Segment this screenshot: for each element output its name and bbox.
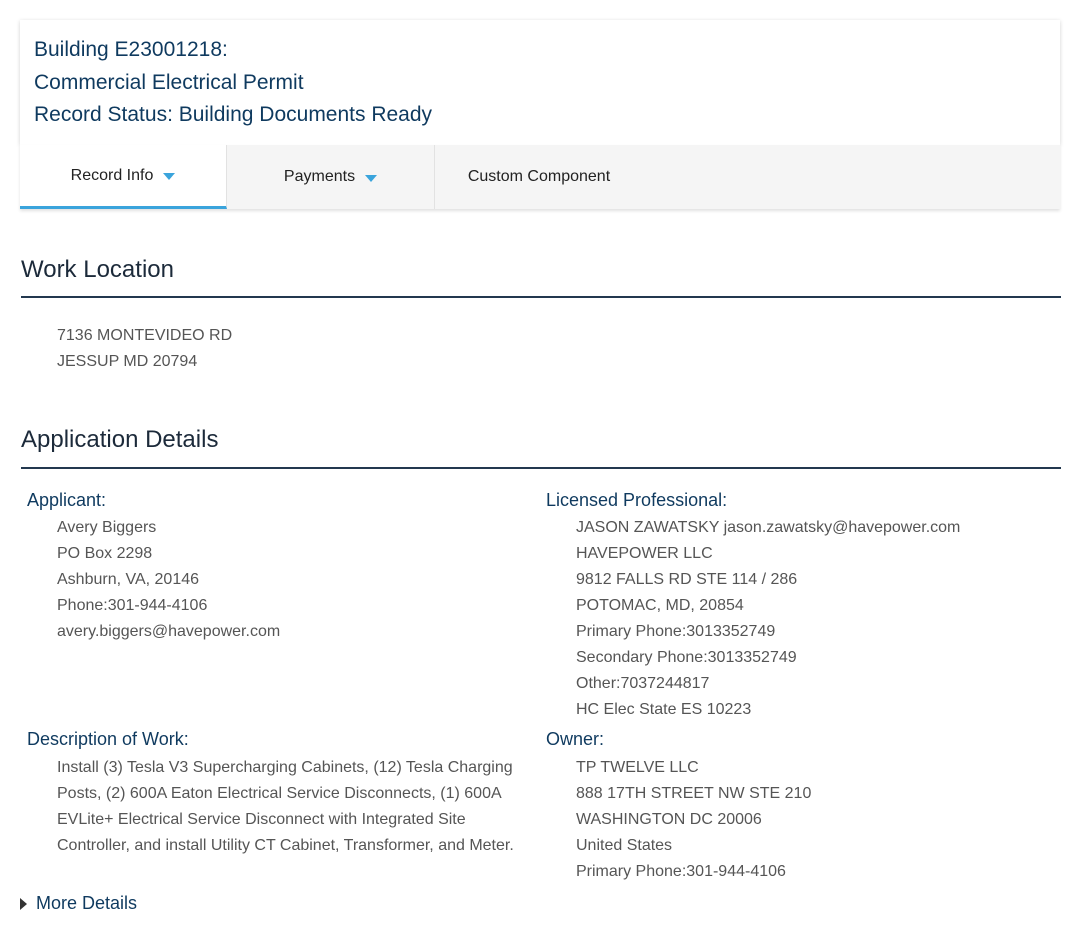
description-line: EVLite+ Electrical Service Disconnect wi… bbox=[57, 811, 466, 828]
description-line: Posts, (2) 600A Eaton Electrical Service… bbox=[57, 785, 502, 802]
tab-record-info-label: Record Info bbox=[70, 166, 154, 184]
tab-custom-component[interactable]: Custom Component bbox=[435, 145, 643, 209]
professional-other-phone: Other:7037244817 bbox=[576, 675, 710, 692]
applicant-info: Avery Biggers PO Box 2298 Ashburn, VA, 2… bbox=[57, 515, 280, 645]
record-type: Commercial Electrical Permit bbox=[34, 70, 304, 94]
applicant-phone: Phone:301-944-4106 bbox=[57, 597, 208, 614]
caret-right-icon bbox=[20, 897, 27, 910]
section-divider bbox=[21, 296, 1061, 298]
owner-city: WASHINGTON DC 20006 bbox=[576, 811, 762, 828]
owner-country: United States bbox=[576, 837, 673, 854]
application-details-title: Application Details bbox=[21, 426, 219, 453]
description-line: Controller, and install Utility CT Cabin… bbox=[57, 837, 514, 854]
caret-down-icon bbox=[163, 173, 176, 180]
professional-company: HAVEPOWER LLC bbox=[576, 545, 713, 562]
applicant-city: Ashburn, VA, 20146 bbox=[57, 571, 200, 588]
licensed-professional-title: Licensed Professional: bbox=[546, 490, 728, 510]
record-status: Record Status: Building Documents Ready bbox=[34, 103, 433, 126]
professional-license: HC Elec State ES 10223 bbox=[576, 701, 752, 718]
section-divider bbox=[21, 467, 1061, 469]
applicant-name: Avery Biggers bbox=[57, 519, 157, 536]
work-location-title: Work Location bbox=[21, 256, 174, 283]
owner-address: 888 17TH STREET NW STE 210 bbox=[576, 785, 812, 802]
address-line: JESSUP MD 20794 bbox=[57, 353, 198, 370]
record-number: Building E23001218: bbox=[34, 38, 228, 61]
tab-custom-component-label: Custom Component bbox=[467, 168, 611, 185]
applicant-address: PO Box 2298 bbox=[57, 545, 153, 562]
licensed-professional-info: JASON ZAWATSKY jason.zawatsky@havepower.… bbox=[576, 515, 960, 723]
caret-down-icon bbox=[365, 174, 378, 182]
professional-name-email: JASON ZAWATSKY jason.zawatsky@havepower.… bbox=[576, 519, 961, 536]
tab-record-info[interactable]: Record Info bbox=[20, 145, 227, 209]
tab-payments[interactable]: Payments bbox=[227, 145, 435, 209]
address-line: 7136 MONTEVIDEO RD bbox=[57, 327, 233, 344]
record-tabs: Record Info Payments Custom Component bbox=[20, 145, 1060, 209]
description-text: Install (3) Tesla V3 Supercharging Cabin… bbox=[57, 755, 514, 859]
applicant-title: Applicant: bbox=[27, 490, 107, 510]
more-details-label: More Details bbox=[36, 893, 138, 913]
description-title: Description of Work: bbox=[27, 729, 189, 749]
work-location-address: 7136 MONTEVIDEO RD JESSUP MD 20794 bbox=[57, 323, 232, 375]
professional-primary-phone: Primary Phone:3013352749 bbox=[576, 623, 776, 640]
owner-title: Owner: bbox=[546, 729, 605, 749]
applicant-email: avery.biggers@havepower.com bbox=[57, 623, 281, 640]
professional-secondary-phone: Secondary Phone:3013352749 bbox=[576, 649, 797, 666]
description-line: Install (3) Tesla V3 Supercharging Cabin… bbox=[57, 759, 513, 776]
more-details-toggle[interactable]: More Details bbox=[20, 893, 137, 914]
professional-city: POTOMAC, MD, 20854 bbox=[576, 597, 744, 614]
tab-payments-label: Payments bbox=[283, 168, 356, 185]
owner-name: TP TWELVE LLC bbox=[576, 759, 699, 776]
record-header: Building E23001218: Commercial Electrica… bbox=[20, 20, 1060, 145]
owner-info: TP TWELVE LLC 888 17TH STREET NW STE 210… bbox=[576, 755, 811, 885]
owner-phone: Primary Phone:301-944-4106 bbox=[576, 863, 786, 880]
professional-address: 9812 FALLS RD STE 114 / 286 bbox=[576, 571, 798, 588]
